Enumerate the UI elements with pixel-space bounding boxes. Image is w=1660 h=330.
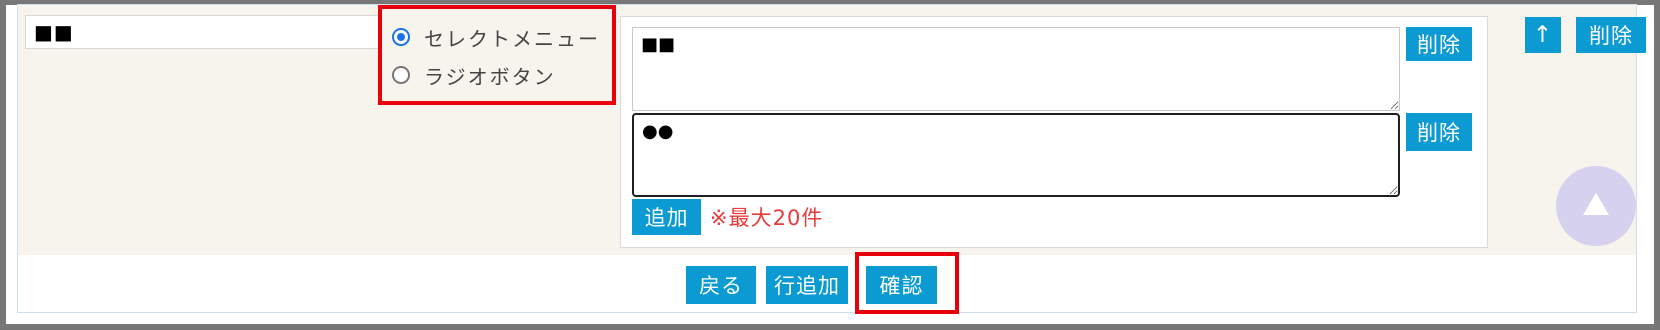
- row-delete-button[interactable]: 削除: [1576, 17, 1646, 53]
- max-items-note: ※最大20件: [710, 206, 824, 230]
- option-textarea-1[interactable]: ■■: [632, 27, 1400, 111]
- move-up-button[interactable]: ↑: [1525, 17, 1561, 53]
- option-textarea-2[interactable]: ●●: [632, 113, 1400, 197]
- highlight-box-confirm: [855, 252, 959, 314]
- highlight-box-radio: [378, 5, 616, 105]
- triangle-up-icon: [1583, 193, 1609, 215]
- item-name-input[interactable]: [25, 15, 380, 49]
- back-button[interactable]: 戻る: [686, 266, 756, 304]
- scroll-to-top-button[interactable]: [1556, 166, 1636, 246]
- add-row-button[interactable]: 行追加: [766, 266, 848, 304]
- add-option-button[interactable]: 追加: [632, 199, 701, 235]
- option-2-delete-button[interactable]: 削除: [1406, 113, 1472, 151]
- option-1-delete-button[interactable]: 削除: [1406, 27, 1472, 61]
